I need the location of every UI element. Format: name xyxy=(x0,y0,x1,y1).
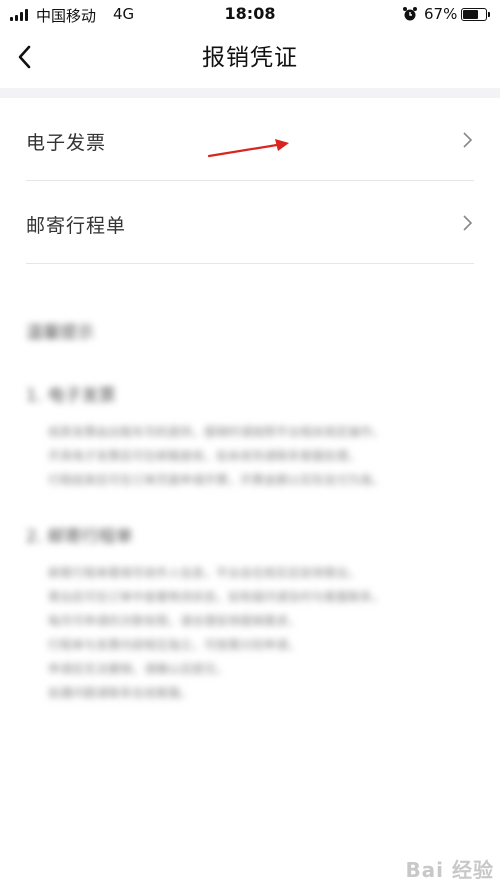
battery-icon xyxy=(461,8,490,21)
help-section-body: 纸质发票由出租车司机提供，报销时请按照平台相关规定操作， 开具电子发票后可在邮箱… xyxy=(26,420,474,492)
section-divider xyxy=(0,88,500,98)
list-item-label: 电子发票 xyxy=(26,132,107,154)
help-heading: 温馨提示 xyxy=(26,323,94,343)
voucher-list: 电子发票 邮寄行程单 xyxy=(0,98,500,264)
help-line: 申请后无法撤销，请确认后提交。 xyxy=(48,662,229,676)
chevron-right-icon xyxy=(463,132,473,148)
help-line: 每月可申请的次数有限，请合理安排报销需求， xyxy=(48,614,301,628)
help-notes: 温馨提示 1. 电子发票 纸质发票由出租车司机提供，报销时请按照平台相关规定操作… xyxy=(26,318,474,735)
help-line: 开具电子发票后可在邮箱查收，如未收到请联系客服处理， xyxy=(48,449,361,463)
red-arrow-annotation xyxy=(207,139,289,158)
battery-percent: 67% xyxy=(424,5,458,23)
help-section-title: 1. 电子发票 xyxy=(26,386,116,406)
help-line: 行程单与发票内容相互独立，可按需分别申请， xyxy=(48,638,301,652)
help-section-title: 2. 邮寄行程单 xyxy=(26,527,133,547)
alarm-icon xyxy=(403,7,417,21)
help-section-body: 邮寄行程单需填写收件人信息，平台会在核实后安排寄出， 寄出后可在订单中查看物流状… xyxy=(26,561,474,705)
help-line: 邮寄行程单需填写收件人信息，平台会在核实后安排寄出， xyxy=(48,566,361,580)
page-title: 报销凭证 xyxy=(202,45,298,71)
status-bar: 中国移动 4G 18:08 67% xyxy=(0,0,500,30)
help-line: 寄出后可在订单中查看物流状态，如有疑问请及时与客服联系， xyxy=(48,590,385,604)
list-item-label: 邮寄行程单 xyxy=(26,215,127,237)
help-line: 纸质发票由出租车司机提供，报销时请按照平台相关规定操作， xyxy=(48,425,385,439)
help-line: 如遇问题请联系在线客服。 xyxy=(48,686,193,700)
watermark-logo: Bai 经验 xyxy=(405,858,494,882)
list-item-mail-itinerary[interactable]: 邮寄行程单 xyxy=(26,181,474,264)
chevron-right-icon xyxy=(463,215,473,231)
nav-bar: 报销凭证 xyxy=(0,30,500,88)
help-line: 行程结束后可在订单页面申请开票，开票金额以实际支付为准。 xyxy=(48,473,385,487)
